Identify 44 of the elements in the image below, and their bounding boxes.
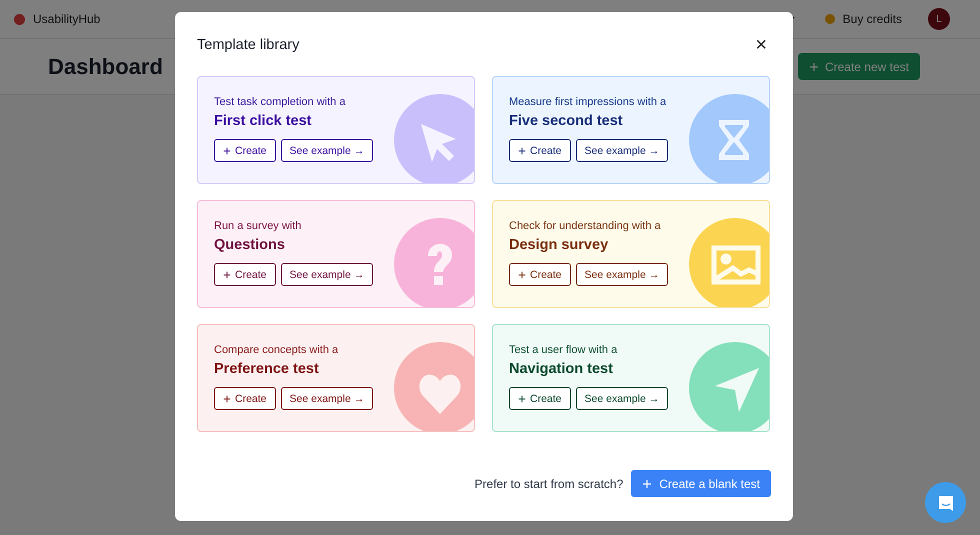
page-title: Dashboard — [48, 54, 164, 80]
see-example-button[interactable]: See example → — [576, 263, 668, 286]
create-button[interactable]: Create — [509, 139, 571, 162]
create-button[interactable]: Create — [214, 387, 276, 410]
plus-icon — [642, 478, 652, 488]
card-title: Design survey — [509, 237, 610, 253]
coin-icon — [824, 14, 835, 24]
plus-icon — [518, 270, 526, 278]
create-button[interactable]: Create — [509, 263, 571, 286]
create-button[interactable]: Create — [214, 263, 276, 286]
card-title: First click test — [214, 113, 313, 129]
card-subtitle: Test a user flow with a — [509, 344, 618, 356]
card-title: Five second test — [509, 113, 624, 129]
logo-icon — [14, 14, 25, 24]
user-avatar[interactable]: L — [928, 8, 950, 30]
chat-launcher-button[interactable] — [925, 482, 966, 523]
create-blank-test-button[interactable]: Create a blank test — [631, 470, 771, 497]
buy-credits-link[interactable]: Buy credits — [842, 12, 902, 26]
see-example-button[interactable]: See example → — [280, 387, 374, 410]
close-button[interactable]: × — [751, 34, 771, 54]
create-button[interactable]: Create — [509, 387, 571, 410]
see-example-button[interactable]: See example → — [576, 387, 668, 410]
card-subtitle: Compare concepts with a — [214, 344, 340, 356]
brand-name: UsabilityHub — [33, 12, 100, 26]
see-example-button[interactable]: See example → — [280, 263, 374, 286]
plus-icon — [518, 146, 526, 154]
card-title: Questions — [214, 237, 286, 253]
plus-icon — [223, 270, 231, 278]
card-subtitle: Test task completion with a — [214, 96, 346, 108]
see-example-button[interactable]: See example → — [576, 139, 668, 162]
chat-icon — [936, 494, 954, 512]
card-title: Preference test — [214, 361, 320, 377]
card-subtitle: Measure first impressions with a — [509, 96, 668, 108]
card-title: Navigation test — [509, 361, 614, 377]
plus-icon — [518, 394, 526, 402]
dialog-title: Template library — [197, 36, 300, 52]
plus-icon — [223, 146, 231, 154]
see-example-button[interactable]: See example → — [280, 139, 374, 162]
card-subtitle: Check for understanding with a — [509, 220, 662, 232]
scratch-prompt: Prefer to start from scratch? — [474, 476, 624, 490]
plus-icon — [808, 62, 819, 72]
card-subtitle: Run a survey with — [214, 220, 302, 232]
plus-icon — [223, 394, 231, 402]
create-button[interactable]: Create — [214, 139, 276, 162]
